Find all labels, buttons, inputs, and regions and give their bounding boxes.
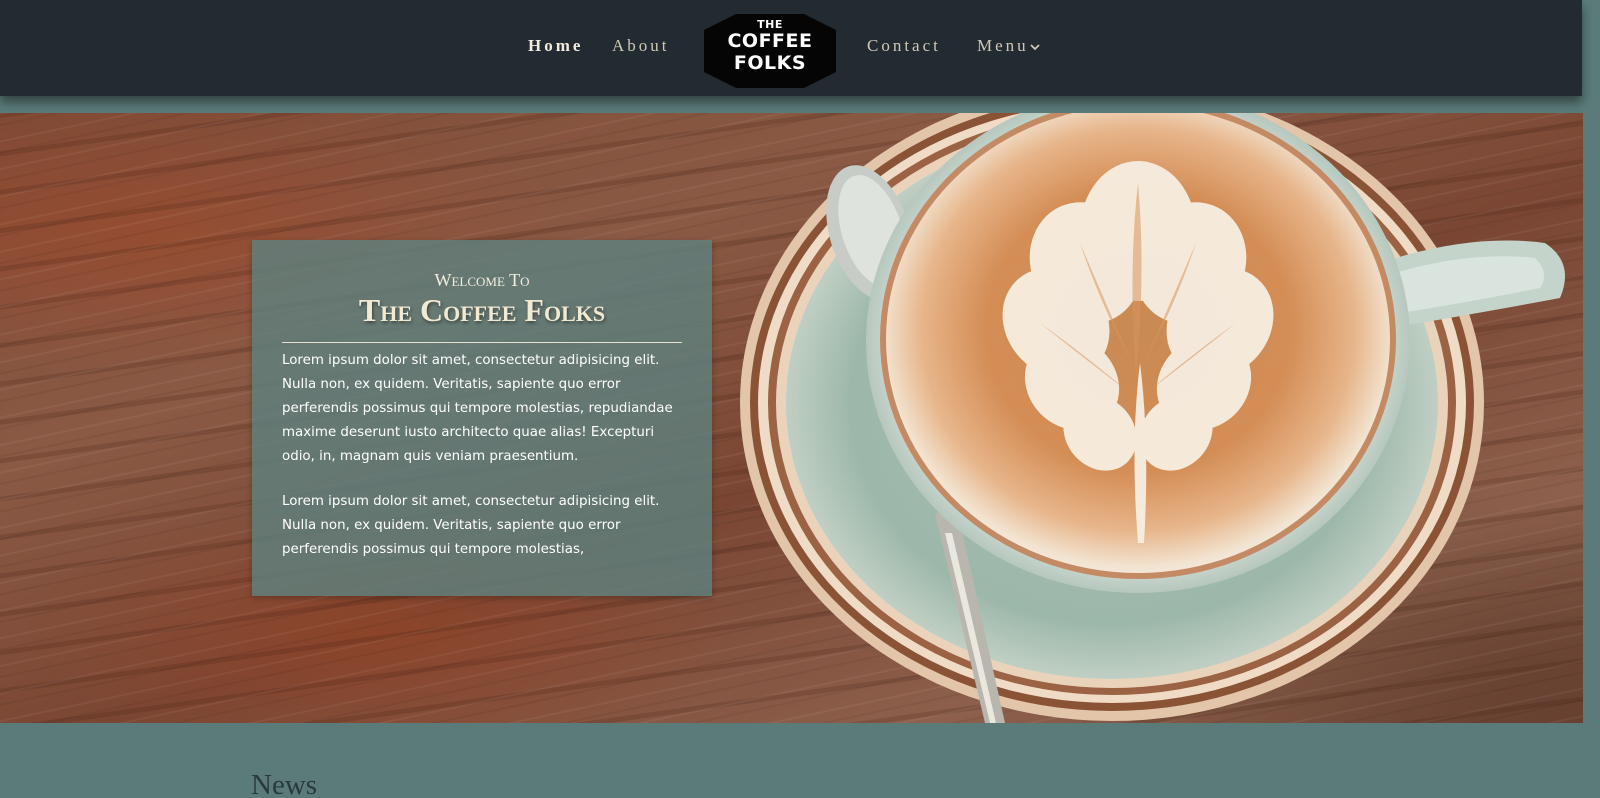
welcome-divider [282,342,682,343]
chevron-down-icon [1029,37,1041,57]
nav-contact-link[interactable]: Contact [867,36,941,56]
welcome-paragraph-1: Lorem ipsum dolor sit amet, consectetur … [282,353,673,464]
latte-art-cup-image [740,113,1565,723]
page: Home About THE COFFEE FOLKS Contact Menu [0,0,1600,798]
welcome-title: The Coffee Folks [358,292,606,328]
news-heading: News [251,769,318,798]
welcome-paragraph-2: Lorem ipsum dolor sit amet, consectetur … [282,494,660,557]
coffee-folks-logo[interactable]: THE COFFEE FOLKS [702,12,838,90]
logo-coffee-text: COFFEE [727,30,813,52]
nav-about-link[interactable]: About [612,36,670,56]
hero-section: Welcome To The Coffee Folks Lorem ipsum … [0,113,1583,723]
nav-menu-label: Menu [977,36,1029,55]
nav-home-link[interactable]: Home [528,36,583,56]
site-header: Home About THE COFFEE FOLKS Contact Menu [0,0,1582,96]
logo-folks-text: FOLKS [733,52,807,74]
nav-menu-dropdown[interactable]: Menu [977,36,1041,57]
welcome-subtitle: Welcome To [434,270,530,290]
welcome-panel: Welcome To The Coffee Folks Lorem ipsum … [252,240,712,596]
